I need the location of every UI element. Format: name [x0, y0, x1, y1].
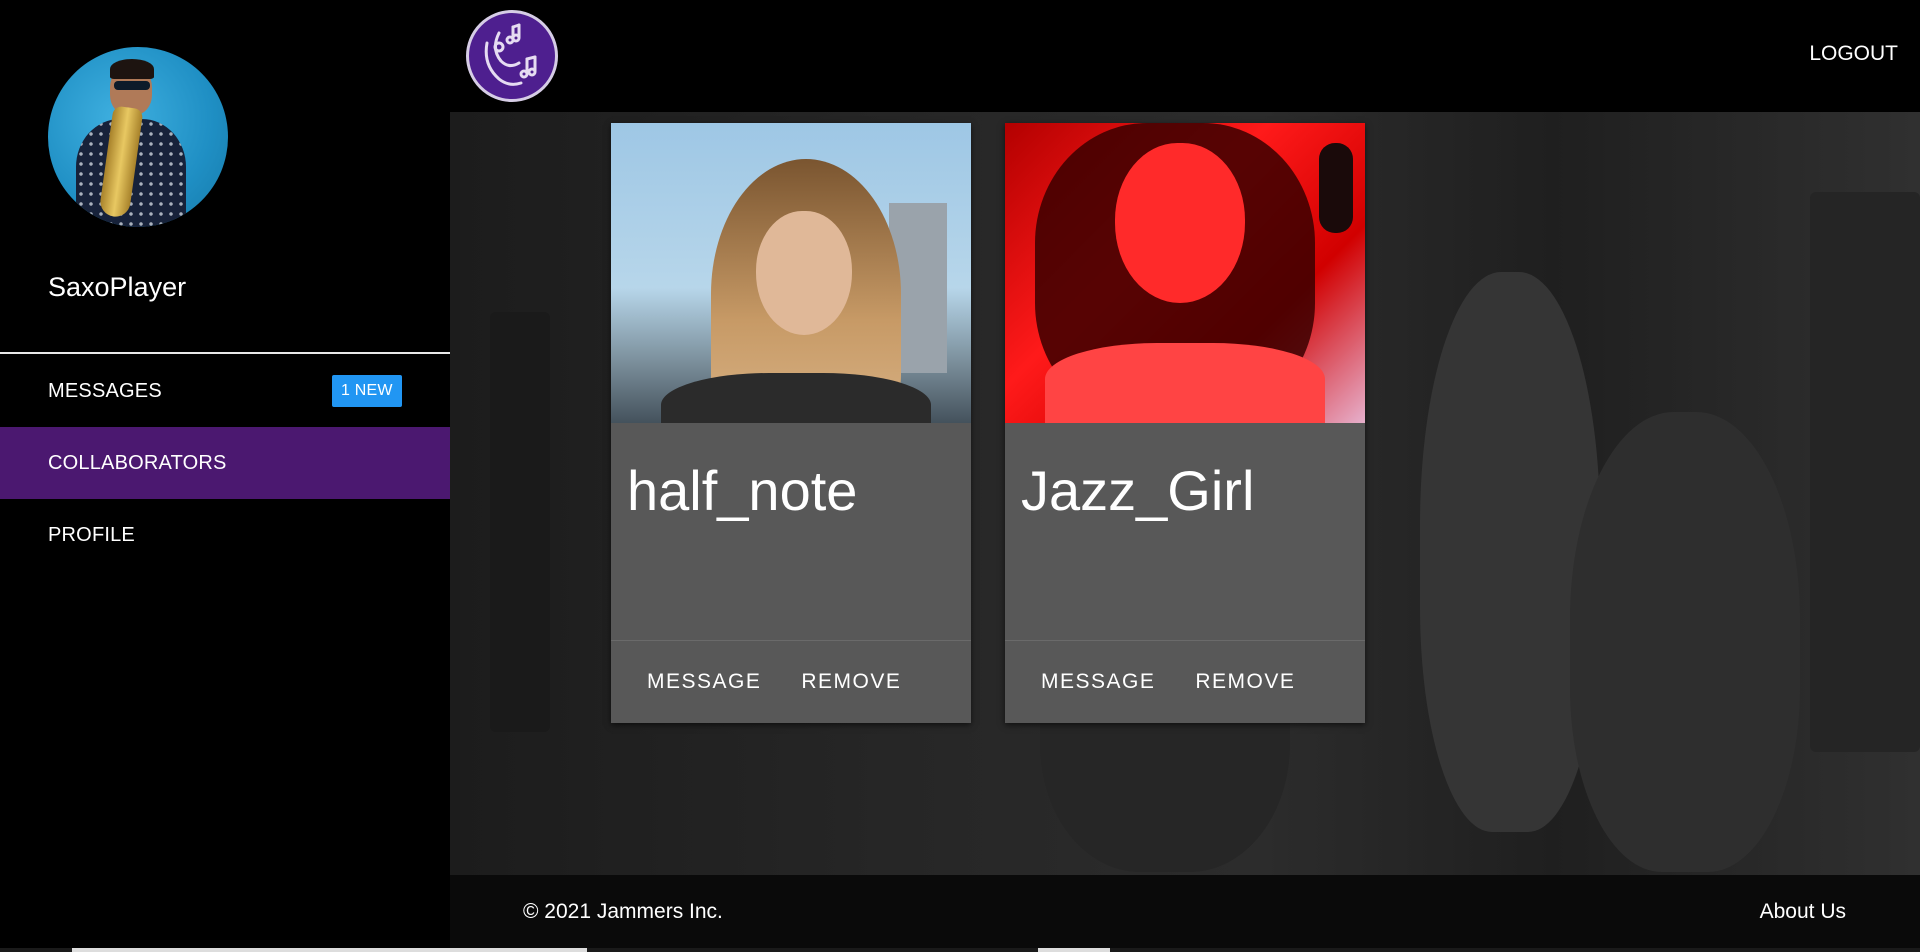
sidebar-divider	[0, 352, 450, 354]
collaborator-card: half_note MESSAGE REMOVE	[611, 123, 971, 723]
photo-face	[756, 211, 852, 335]
bg-guitar	[1570, 412, 1800, 872]
top-bar: LOGOUT	[450, 0, 1920, 112]
remove-button[interactable]: REMOVE	[787, 662, 915, 702]
username: SaxoPlayer	[48, 272, 187, 302]
avatar-sunglasses	[114, 81, 150, 90]
photo-face	[1115, 143, 1245, 303]
bg-guitar	[1420, 272, 1600, 832]
sidebar-item-label: PROFILE	[48, 523, 135, 546]
avatar-hair	[110, 59, 154, 79]
logout-button[interactable]: LOGOUT	[1809, 42, 1898, 66]
horizontal-scrollbar[interactable]	[0, 948, 1920, 952]
collaborator-photo	[611, 123, 971, 423]
sidebar-item-label: COLLABORATORS	[48, 451, 227, 474]
bg-studio-equipment	[490, 312, 550, 732]
headphones-icon	[1319, 143, 1353, 233]
sidebar-item-collaborators[interactable]: COLLABORATORS	[0, 427, 450, 499]
footer: © 2021 Jammers Inc. About Us	[450, 875, 1920, 948]
message-button[interactable]: MESSAGE	[633, 662, 775, 702]
remove-button[interactable]: REMOVE	[1181, 662, 1309, 702]
bg-shelf	[1810, 192, 1920, 752]
sidebar-item-profile[interactable]: PROFILE	[0, 499, 450, 571]
collaborator-name: Jazz_Girl	[1021, 459, 1255, 522]
collaborator-photo	[1005, 123, 1365, 423]
collaborators-panel: half_note MESSAGE REMOVE Jazz_Girl MESSA…	[450, 112, 1920, 875]
card-actions: MESSAGE REMOVE	[611, 641, 971, 723]
photo-shirt	[1045, 343, 1325, 423]
about-us-link[interactable]: About Us	[1760, 900, 1846, 924]
app-logo[interactable]	[466, 10, 558, 102]
scrollbar-thumb[interactable]	[72, 948, 587, 952]
music-hand-icon	[484, 23, 537, 86]
sidebar-item-label: MESSAGES	[48, 379, 162, 402]
collaborator-card: Jazz_Girl MESSAGE REMOVE	[1005, 123, 1365, 723]
new-messages-badge: 1 NEW	[332, 375, 402, 407]
message-button[interactable]: MESSAGE	[1027, 662, 1169, 702]
sidebar: SaxoPlayer MESSAGES 1 NEW COLLABORATORS …	[0, 0, 450, 952]
avatar[interactable]	[48, 47, 228, 227]
sidebar-item-messages[interactable]: MESSAGES 1 NEW	[0, 355, 450, 427]
collaborator-name: half_note	[627, 459, 858, 522]
scrollbar-segment	[1038, 948, 1110, 952]
copyright-text: © 2021 Jammers Inc.	[523, 900, 723, 923]
photo-shoulders	[661, 373, 931, 423]
card-actions: MESSAGE REMOVE	[1005, 641, 1365, 723]
